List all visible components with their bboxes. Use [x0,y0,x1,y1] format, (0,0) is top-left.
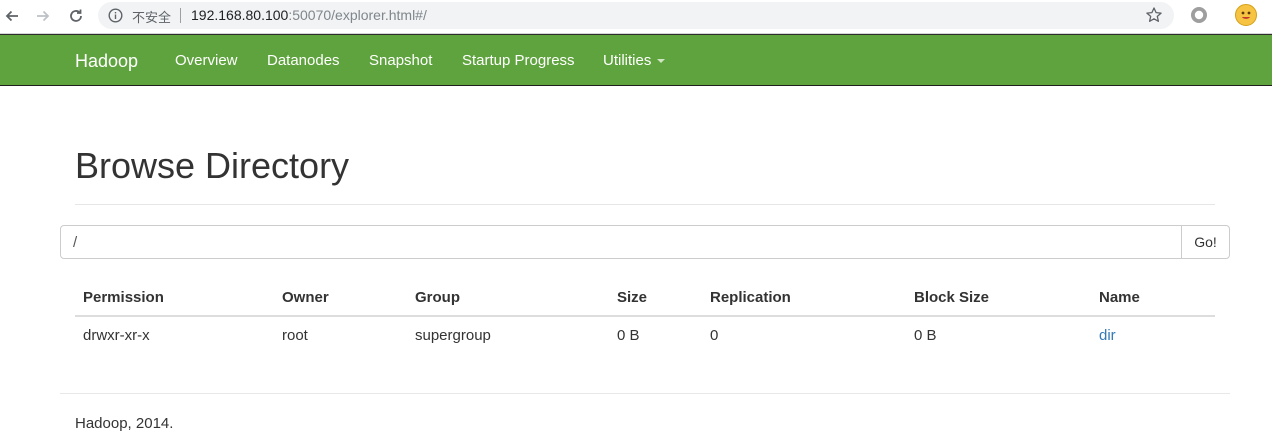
profile-avatar-icon[interactable] [1235,4,1257,26]
brand-link[interactable]: Hadoop [75,51,138,72]
forward-arrow-icon[interactable] [31,4,55,28]
title-divider [75,204,1215,205]
cell-block-size: 0 B [914,327,937,344]
column-header-block-size[interactable]: Block Size [906,280,1091,317]
nav-datanodes[interactable]: Datanodes [267,52,340,69]
nav-utilities-label: Utilities [603,52,652,69]
directory-link[interactable]: dir [1099,327,1116,344]
browser-toolbar: 不安全 192.168.80.100:50070/explorer.html#/ [0,0,1272,34]
cell-group: supergroup [415,327,491,344]
column-header-name[interactable]: Name [1091,280,1215,317]
nav-startup-progress[interactable]: Startup Progress [462,52,575,69]
nav-overview[interactable]: Overview [175,52,238,69]
cell-size: 0 B [617,327,640,344]
address-bar[interactable]: 不安全 192.168.80.100:50070/explorer.html#/ [98,2,1174,29]
page-title: Browse Directory [75,145,350,186]
go-button[interactable]: Go! [1181,225,1230,259]
omnibox-separator [180,8,181,23]
nav-utilities-dropdown[interactable]: Utilities [603,52,666,69]
cell-replication: 0 [710,327,719,344]
extension-icon[interactable] [1189,5,1209,25]
footer-text: Hadoop, 2014. [75,415,174,432]
back-arrow-icon[interactable] [0,4,24,28]
column-header-group[interactable]: Group [407,280,609,317]
star-icon[interactable] [1145,6,1163,29]
cell-permission: drwxr-xr-x [83,327,150,344]
column-header-owner[interactable]: Owner [274,280,407,317]
table-header-row: Permission Owner Group Size Replication … [75,280,1215,317]
security-label: 不安全 [132,11,172,26]
cell-owner: root [282,327,308,344]
info-icon[interactable] [108,8,123,23]
table-row: drwxr-xr-x root supergroup 0 B 0 0 B dir [75,316,1215,354]
url-text[interactable]: 192.168.80.100:50070/explorer.html#/ [191,7,427,23]
directory-path-input[interactable] [60,225,1182,259]
hadoop-navbar: Hadoop Overview Datanodes Snapshot Start… [0,34,1272,86]
directory-table: Permission Owner Group Size Replication … [75,280,1215,354]
column-header-replication[interactable]: Replication [702,280,906,317]
nav-snapshot[interactable]: Snapshot [369,52,432,69]
caret-down-icon [657,59,666,64]
column-header-permission[interactable]: Permission [75,280,274,317]
cell-name: dir [1091,316,1215,354]
url-path: :50070/explorer.html#/ [288,7,427,23]
reload-icon[interactable] [64,4,88,28]
url-host: 192.168.80.100 [191,7,289,23]
column-header-size[interactable]: Size [609,280,702,317]
footer-divider [60,393,1230,394]
